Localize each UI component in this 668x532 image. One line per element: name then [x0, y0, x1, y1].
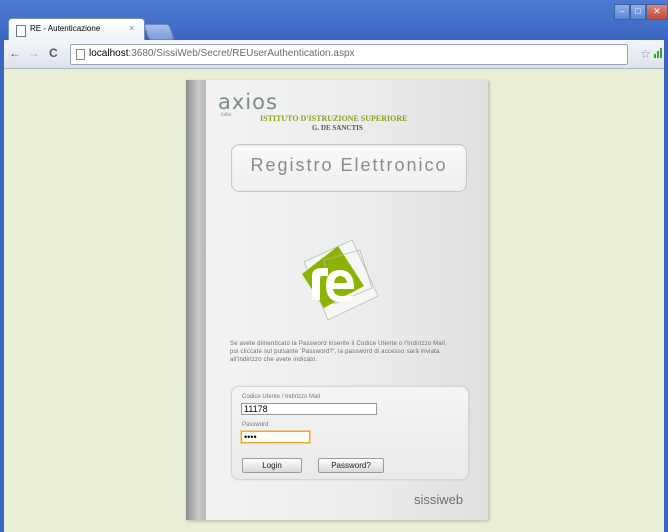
- school-name: ISTITUTO D'ISTRUZIONE SUPERIORE: [260, 114, 408, 123]
- password-help-text: Se avete dimenticato la Password inserit…: [230, 341, 447, 363]
- school-subname: G. DE SANCTIS: [312, 124, 363, 132]
- re-logo-icon: [302, 239, 379, 321]
- password-reset-button[interactable]: Password?: [318, 458, 384, 473]
- close-window-button[interactable]: ✕: [646, 4, 668, 20]
- maximize-button[interactable]: □: [630, 4, 646, 20]
- minimize-button[interactable]: –: [614, 4, 630, 20]
- axios-logo: axios: [218, 90, 278, 114]
- password-input[interactable]: [241, 431, 310, 443]
- url-path: :3680/SissiWeb/Secret/REUserAuthenticati…: [128, 48, 355, 59]
- url-host: localhost: [89, 48, 129, 59]
- new-tab-button[interactable]: [143, 24, 175, 40]
- page-icon: [76, 49, 85, 60]
- sissiweb-logo: sissiweb: [414, 492, 464, 507]
- panel-spine: [186, 80, 206, 520]
- url-text: localhost:3680/SissiWeb/Secret/REUserAut…: [89, 48, 355, 59]
- back-arrow-icon[interactable]: ←: [9, 46, 21, 60]
- password-label: Password: [242, 422, 269, 428]
- page-icon: [16, 25, 26, 37]
- bookmark-star-icon[interactable]: ☆: [640, 47, 651, 61]
- signal-bars-svg: [654, 48, 662, 58]
- tab-close-icon[interactable]: ×: [129, 23, 134, 33]
- reload-icon[interactable]: C: [49, 46, 58, 60]
- window-frame-left: [0, 40, 4, 532]
- signal-bars-icon[interactable]: [654, 48, 664, 61]
- user-label: Codice Utente / Indirizzo Mail: [242, 394, 321, 400]
- forward-arrow-icon[interactable]: →: [28, 46, 40, 60]
- login-form: Codice Utente / Indirizzo Mail Password …: [231, 386, 469, 480]
- app-title: Registro Elettronico: [250, 155, 448, 175]
- login-button[interactable]: Login: [242, 458, 302, 473]
- user-input[interactable]: [241, 403, 377, 415]
- tab-title: RE - Autenticazione: [30, 24, 101, 33]
- address-bar[interactable]: localhost:3680/SissiWeb/Secret/REUserAut…: [70, 44, 628, 65]
- browser-tab[interactable]: RE - Autenticazione ×: [8, 18, 145, 41]
- window-frame-right: [664, 40, 668, 532]
- app-title-box: Registro Elettronico: [231, 144, 467, 192]
- axios-logo-sub: italia: [221, 112, 232, 118]
